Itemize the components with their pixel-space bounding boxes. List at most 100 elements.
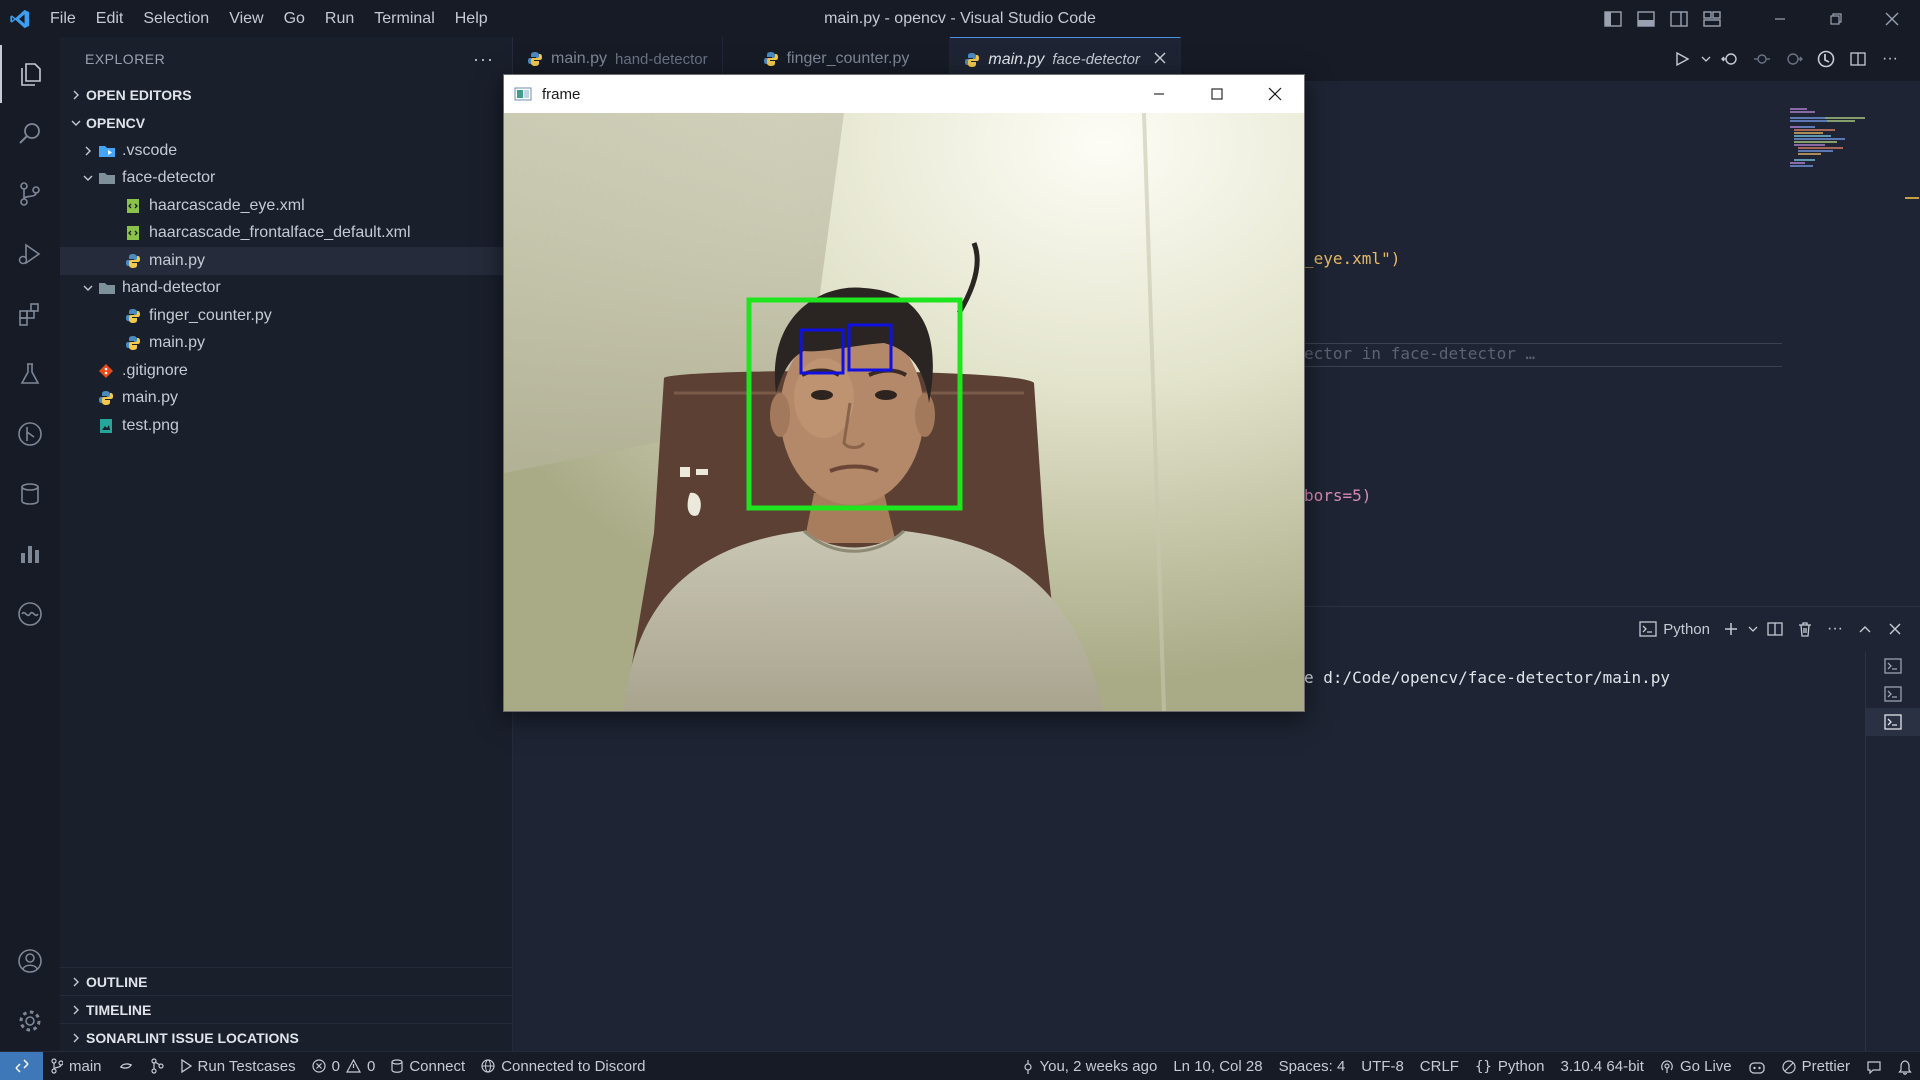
explorer-icon[interactable] (0, 45, 60, 103)
prettier-status[interactable]: Prettier (1774, 1052, 1858, 1080)
frame-close-icon[interactable] (1246, 75, 1304, 113)
maximize-panel-chevron-up-icon[interactable] (1850, 614, 1880, 644)
tree-item-label: .gitignore (122, 361, 188, 379)
connect-button[interactable]: Connect (383, 1052, 473, 1080)
opencv-window-icon (514, 86, 532, 102)
frame-minimize-icon[interactable] (1130, 75, 1188, 113)
extensions-icon[interactable] (0, 285, 60, 343)
menu-terminal[interactable]: Terminal (364, 0, 444, 37)
search-icon[interactable] (0, 105, 60, 163)
run-python-file-icon[interactable] (1666, 37, 1698, 81)
close-tab-icon[interactable] (1154, 51, 1166, 69)
split-editor-icon[interactable] (1842, 37, 1874, 81)
cursor-position[interactable]: Ln 10, Col 28 (1165, 1052, 1270, 1080)
go-live-button[interactable]: Go Live (1652, 1052, 1740, 1080)
line-ending[interactable]: CRLF (1412, 1052, 1467, 1080)
new-terminal-dropdown-icon[interactable] (1746, 614, 1760, 644)
kill-terminal-trash-icon[interactable] (1790, 614, 1820, 644)
encoding[interactable]: UTF-8 (1353, 1052, 1412, 1080)
tab-description: hand-detector (615, 50, 708, 68)
python-interpreter[interactable]: 3.10.4 64-bit (1553, 1052, 1652, 1080)
remote-indicator-icon[interactable] (0, 1051, 43, 1080)
tree-item[interactable]: finger_counter.py (60, 302, 512, 330)
toggle-primary-sidebar-icon[interactable] (1596, 0, 1629, 37)
git-graph-status-icon[interactable] (142, 1052, 172, 1080)
minimap[interactable] (1785, 105, 1875, 185)
source-control-icon[interactable] (0, 165, 60, 223)
database-icon[interactable] (0, 465, 60, 523)
timeline-section[interactable]: TIMELINE (60, 995, 512, 1023)
close-window-icon[interactable] (1864, 0, 1920, 37)
new-terminal-plus-icon[interactable] (1716, 614, 1746, 644)
run-dropdown-chevron-icon[interactable] (1698, 37, 1714, 81)
accounts-icon[interactable] (0, 932, 60, 990)
minimize-icon[interactable] (1752, 0, 1808, 37)
open-editors-section[interactable]: OPEN EDITORS (60, 81, 512, 109)
restore-icon[interactable] (1808, 0, 1864, 37)
tree-item[interactable]: test.png (60, 412, 512, 440)
close-panel-icon[interactable] (1880, 614, 1910, 644)
tree-item[interactable]: main.py (60, 330, 512, 358)
open-changes-icon[interactable] (1714, 37, 1746, 81)
tree-item-label: haarcascade_eye.xml (149, 196, 305, 214)
indentation[interactable]: Spaces: 4 (1271, 1052, 1354, 1080)
language-mode[interactable]: {} Python (1467, 1052, 1553, 1080)
settings-gear-icon[interactable] (0, 992, 60, 1050)
charts-icon[interactable] (0, 525, 60, 583)
split-terminal-icon[interactable] (1760, 614, 1790, 644)
sonarlint-section[interactable]: SONARLINT ISSUE LOCATIONS (60, 1023, 512, 1051)
toggle-panel-icon[interactable] (1629, 0, 1662, 37)
menu-run[interactable]: Run (315, 0, 364, 37)
discord-presence[interactable]: Connected to Discord (473, 1052, 653, 1080)
tree-item[interactable]: main.py (60, 247, 512, 275)
opencv-frame-window[interactable]: frame (503, 74, 1305, 712)
frame-maximize-icon[interactable] (1188, 75, 1246, 113)
copilot-icon[interactable] (1740, 1052, 1774, 1080)
timeline-history-icon[interactable] (1810, 37, 1842, 81)
tree-item[interactable]: main.py (60, 385, 512, 413)
frame-window-titlebar[interactable]: frame (504, 75, 1304, 113)
toggle-secondary-sidebar-icon[interactable] (1662, 0, 1695, 37)
menu-edit[interactable]: Edit (86, 0, 134, 37)
chevron-down-icon (78, 173, 98, 183)
terminal-profile[interactable]: Python (1633, 614, 1716, 644)
tree-item[interactable]: hand-detector (60, 275, 512, 303)
live-share-icon[interactable] (0, 585, 60, 643)
xml-file-icon (125, 225, 149, 241)
language-label: Python (1497, 1058, 1545, 1075)
git-graph-icon[interactable] (0, 405, 60, 463)
sync-icon[interactable] (110, 1052, 142, 1080)
terminal-instance-icon[interactable] (1866, 680, 1920, 708)
menu-selection[interactable]: Selection (133, 0, 219, 37)
customize-layout-icon[interactable] (1695, 0, 1728, 37)
more-panel-actions-icon[interactable]: ··· (1820, 614, 1850, 644)
tree-item[interactable]: face-detector (60, 165, 512, 193)
more-actions-icon[interactable]: ··· (473, 49, 494, 70)
tree-item[interactable]: haarcascade_frontalface_default.xml (60, 220, 512, 248)
menu-help[interactable]: Help (445, 0, 498, 37)
testing-icon[interactable] (0, 345, 60, 403)
menu-go[interactable]: Go (274, 0, 315, 37)
tree-item[interactable]: .vscode (60, 137, 512, 165)
menu-file[interactable]: File (40, 0, 86, 37)
git-branch[interactable]: main (43, 1052, 110, 1080)
terminal-instance-icon[interactable] (1866, 652, 1920, 680)
tree-item[interactable]: .gitignore (60, 357, 512, 385)
terminal-instance-icon[interactable] (1866, 708, 1920, 736)
feedback-icon[interactable] (1858, 1052, 1890, 1080)
title-bar: File Edit Selection View Go Run Terminal… (0, 0, 1920, 37)
menu-view[interactable]: View (219, 0, 273, 37)
run-testcases-button[interactable]: Run Testcases (172, 1052, 304, 1080)
problems-indicator[interactable]: 0 0 (304, 1052, 384, 1080)
workspace-section[interactable]: OPENCV (60, 109, 512, 137)
next-change-icon[interactable] (1778, 37, 1810, 81)
previous-change-icon[interactable] (1746, 37, 1778, 81)
tree-item[interactable]: haarcascade_eye.xml (60, 192, 512, 220)
tab-label: finger_counter.py (786, 50, 910, 67)
scrollbar-indicator[interactable] (1905, 197, 1919, 199)
outline-section[interactable]: OUTLINE (60, 967, 512, 995)
more-editor-actions-icon[interactable]: ··· (1874, 37, 1906, 81)
git-blame[interactable]: You, 2 weeks ago (1015, 1052, 1165, 1080)
notifications-bell-icon[interactable] (1890, 1052, 1920, 1080)
run-debug-icon[interactable] (0, 225, 60, 283)
